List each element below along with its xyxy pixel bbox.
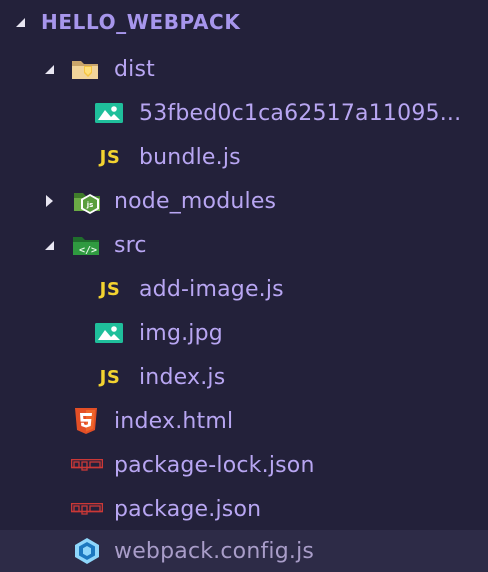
chevron-down-icon[interactable] [12,14,28,30]
js-file-icon: JS [99,278,121,300]
html5-icon [71,406,101,436]
tree-item-label: img.jpg [139,320,223,346]
tree-item-js-file[interactable]: JS add-image.js [0,267,488,311]
js-file-icon: JS [99,366,121,388]
chevron-down-icon[interactable] [41,61,57,77]
svg-text:js: js [86,201,94,209]
tree-item-label: package-lock.json [114,452,315,478]
tree-item-js-file[interactable]: JS index.js [0,355,488,399]
tree-item-js-file[interactable]: JS bundle.js [0,135,488,179]
tree-item-src-folder[interactable]: </> src [0,223,488,267]
tree-item-npm-file[interactable]: package-lock.json [0,443,488,487]
tree-item-node-modules-folder[interactable]: js node_modules [0,179,488,223]
tree-item-npm-file[interactable]: package.json [0,487,488,531]
tree-item-label: index.html [114,408,234,434]
tree-item-webpack-config-file[interactable]: webpack.config.js [0,530,488,572]
folder-dist-icon [70,54,100,84]
folder-src-icon: </> [71,230,101,260]
tree-item-label: src [114,232,147,258]
image-file-icon [94,318,124,348]
tree-item-label: add-image.js [139,276,284,302]
tree-item-image-file[interactable]: 53fbed0c1ca62517a11095... [0,91,488,135]
js-file-icon: JS [99,146,121,168]
chevron-down-icon[interactable] [41,237,57,253]
image-file-icon [94,98,124,128]
tree-item-label: webpack.config.js [114,538,315,564]
npm-icon [71,450,103,480]
tree-item-label: 53fbed0c1ca62517a11095... [139,100,462,126]
tree-item-html-file[interactable]: index.html [0,399,488,443]
file-explorer: HELLO_WEBPACK dist 53fbed0c1ca62517a1109… [0,0,488,572]
explorer-root-header[interactable]: HELLO_WEBPACK [0,0,488,44]
tree-item-label: node_modules [114,188,277,214]
npm-icon [71,494,103,524]
tree-item-label: package.json [114,496,262,522]
tree-item-image-file[interactable]: img.jpg [0,311,488,355]
svg-text:</>: </> [79,245,97,256]
tree-item-label: dist [114,56,155,82]
tree-item-label: bundle.js [139,144,241,170]
webpack-icon [72,536,102,566]
explorer-root-label: HELLO_WEBPACK [41,10,241,34]
chevron-right-icon[interactable] [41,193,57,209]
tree-item-dist-folder[interactable]: dist [0,47,488,91]
folder-node-icon: js [72,186,102,216]
tree-item-label: index.js [139,364,226,390]
